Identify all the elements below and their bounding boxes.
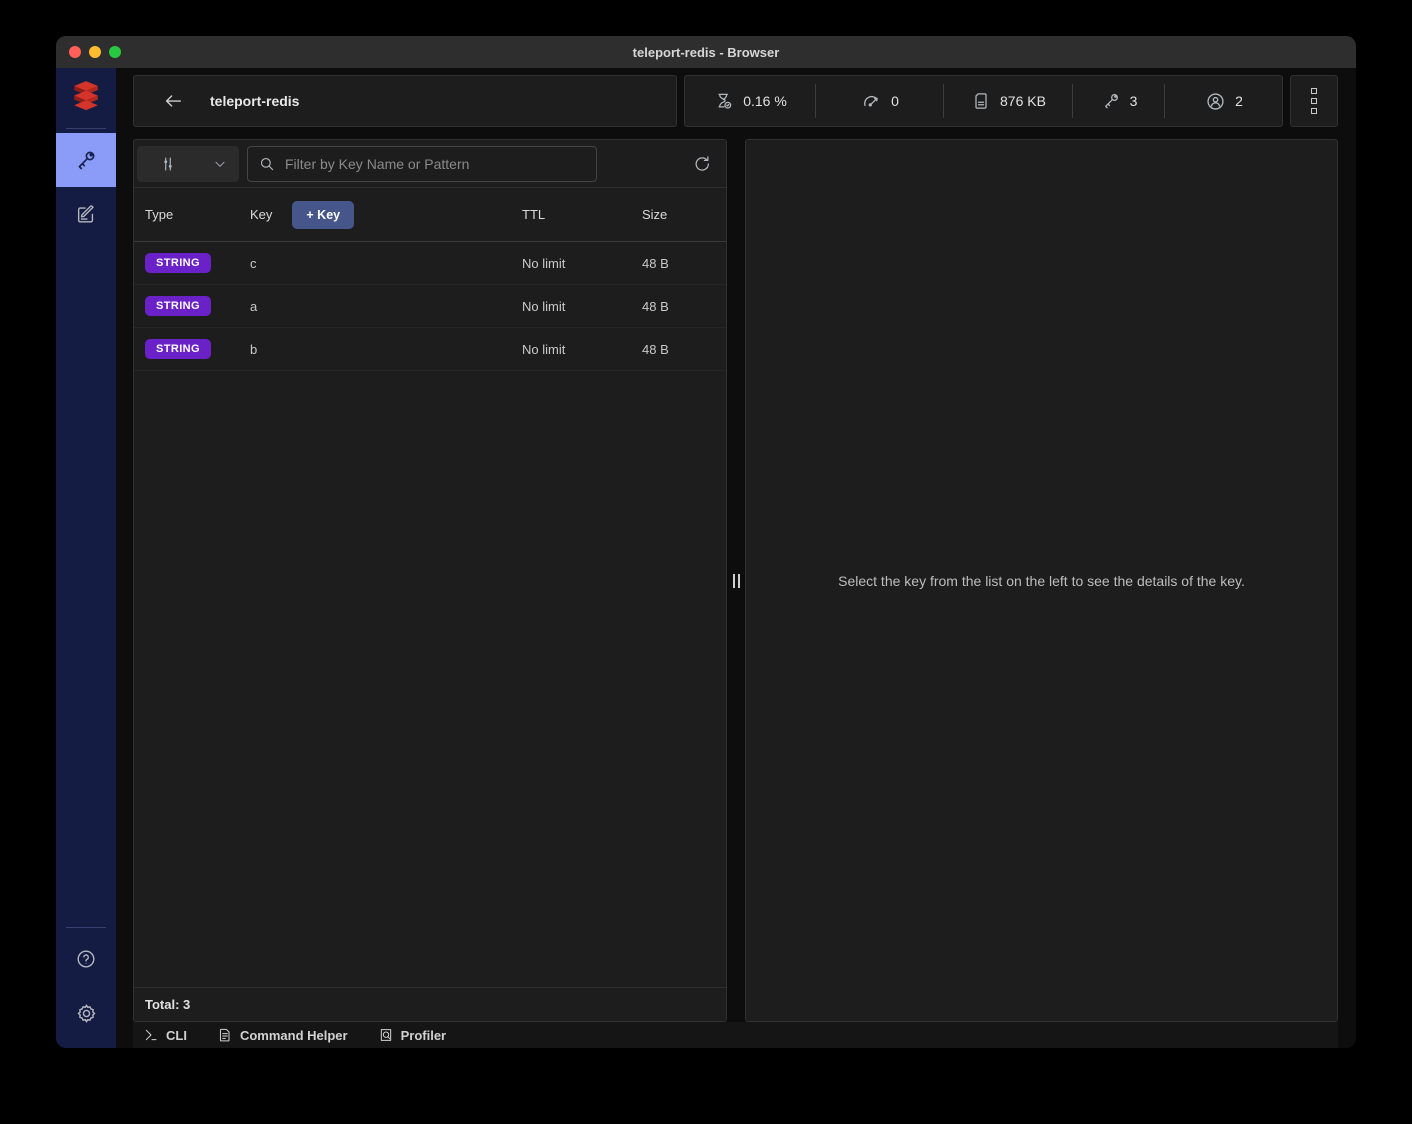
window-title: teleport-redis - Browser (56, 45, 1356, 60)
gear-icon (75, 1002, 98, 1025)
key-details-panel: Select the key from the list on the left… (745, 139, 1338, 1022)
key-row[interactable]: STRING c No limit 48 B (134, 242, 726, 285)
refresh-icon (692, 154, 712, 174)
sidebar-item-browser[interactable] (56, 133, 116, 187)
cpu-usage-icon (714, 91, 734, 111)
cli-toggle[interactable]: CLI (143, 1027, 187, 1043)
total-keys-label: Total: 3 (145, 997, 190, 1012)
panel-resize-handle[interactable] (731, 570, 742, 592)
column-type: Type (145, 207, 250, 222)
key-size: 48 B (642, 256, 726, 271)
bottom-toolbar: CLI Command Helper (133, 1022, 1338, 1048)
type-badge: STRING (145, 339, 211, 359)
profiler-toggle[interactable]: Profiler (378, 1027, 447, 1043)
key-row[interactable]: STRING b No limit 48 B (134, 328, 726, 371)
key-search-input[interactable] (285, 156, 586, 172)
sidebar-item-settings[interactable] (56, 986, 116, 1040)
back-arrow-icon (162, 90, 184, 112)
type-badge: STRING (145, 296, 211, 316)
help-circle-icon (75, 948, 97, 970)
sidebar (56, 68, 116, 1048)
column-ttl: TTL (522, 207, 642, 222)
zoom-window-button[interactable] (109, 46, 121, 58)
key-icon (74, 148, 98, 172)
profiler-icon (378, 1027, 394, 1043)
overflow-menu-button[interactable] (1290, 75, 1338, 127)
connected-clients-icon (1205, 91, 1226, 112)
terminal-icon (143, 1027, 159, 1043)
commands-per-sec-icon (861, 91, 882, 112)
stat-clients-value: 2 (1235, 93, 1243, 109)
sidebar-bottom-divider (66, 927, 106, 928)
key-search-box (247, 146, 597, 182)
key-list-panel: Type Key + Key TTL Size STRING c No limi… (133, 139, 727, 1022)
key-name: a (250, 299, 522, 314)
filter-sliders-icon (159, 155, 177, 173)
stat-keys: 3 (1073, 91, 1164, 111)
redis-logo-icon (56, 68, 116, 124)
db-header: teleport-redis (133, 75, 677, 127)
stat-clients: 2 (1165, 91, 1282, 112)
sidebar-divider (66, 128, 106, 129)
key-table-header: Type Key + Key TTL Size (134, 188, 726, 242)
database-name: teleport-redis (210, 93, 299, 109)
stat-keys-value: 3 (1130, 93, 1138, 109)
total-keys-icon (1101, 91, 1121, 111)
stat-commands-value: 0 (891, 93, 899, 109)
traffic-lights (56, 46, 121, 58)
edit-icon (75, 203, 97, 225)
sidebar-item-help[interactable] (56, 932, 116, 986)
key-name: c (250, 256, 522, 271)
empty-details-message: Select the key from the list on the left… (838, 573, 1245, 589)
minimize-window-button[interactable] (89, 46, 101, 58)
key-size: 48 B (642, 342, 726, 357)
memory-icon (971, 91, 991, 111)
chevron-down-icon (213, 157, 227, 171)
key-size: 48 B (642, 299, 726, 314)
key-ttl: No limit (522, 256, 642, 271)
back-button[interactable] (162, 90, 184, 112)
stat-commands: 0 (816, 91, 943, 112)
filter-type-dropdown[interactable] (137, 146, 239, 182)
document-icon (217, 1027, 233, 1043)
add-key-button[interactable]: + Key (292, 201, 354, 229)
sidebar-item-workbench[interactable] (56, 187, 116, 241)
key-ttl: No limit (522, 342, 642, 357)
close-window-button[interactable] (69, 46, 81, 58)
db-stats: 0.16 % 0 (684, 75, 1283, 127)
key-row[interactable]: STRING a No limit 48 B (134, 285, 726, 328)
key-ttl: No limit (522, 299, 642, 314)
command-helper-toggle[interactable]: Command Helper (217, 1027, 348, 1043)
stat-memory: 876 KB (944, 91, 1072, 111)
key-name: b (250, 342, 522, 357)
column-key: Key (250, 207, 272, 222)
stat-memory-value: 876 KB (1000, 93, 1046, 109)
stat-cpu: 0.16 % (685, 91, 815, 111)
kebab-icon (1311, 88, 1317, 94)
filter-bar (134, 140, 726, 188)
column-size: Size (642, 207, 726, 222)
refresh-keys-button[interactable] (692, 154, 712, 174)
type-badge: STRING (145, 253, 211, 273)
titlebar: teleport-redis - Browser (56, 36, 1356, 68)
search-icon (258, 155, 276, 173)
app-window: teleport-redis - Browser (56, 36, 1356, 1048)
stat-cpu-value: 0.16 % (743, 93, 787, 109)
